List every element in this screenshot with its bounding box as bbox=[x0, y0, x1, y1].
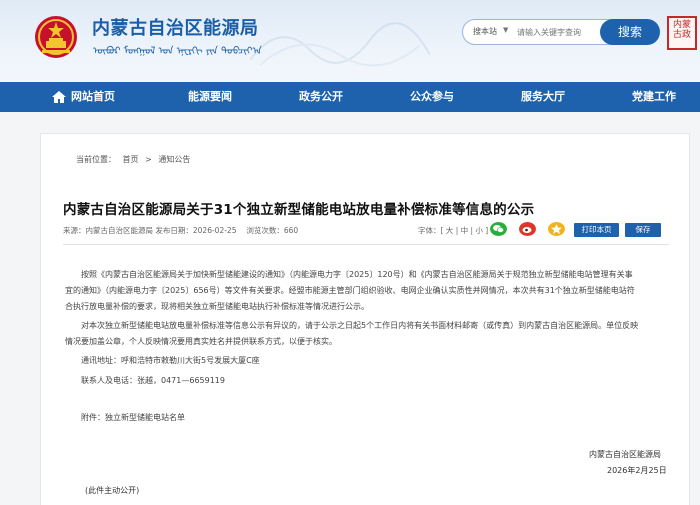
attachment-link[interactable]: 附件：独立新型储能电站名单 bbox=[81, 410, 185, 426]
wechat-icon[interactable] bbox=[490, 222, 507, 236]
nav-item-public-participation[interactable]: 公众参与 bbox=[410, 82, 454, 112]
divider bbox=[63, 244, 669, 245]
nav-item-government-affairs[interactable]: 政务公开 bbox=[299, 82, 343, 112]
search-input[interactable] bbox=[517, 24, 597, 40]
article-container: 当前位置： 首页 > 通知公告 内蒙古自治区能源局关于31个独立新型储能电站放电… bbox=[40, 133, 690, 505]
header-decoration bbox=[250, 22, 430, 67]
breadcrumb-separator: > bbox=[145, 155, 152, 164]
breadcrumb-section-link[interactable]: 通知公告 bbox=[158, 155, 190, 164]
breadcrumb: 当前位置： 首页 > 通知公告 bbox=[76, 154, 194, 165]
disclosure-note: (此件主动公开) bbox=[85, 486, 140, 495]
breadcrumb-home-link[interactable]: 首页 bbox=[123, 155, 139, 164]
signature: 内蒙古自治区能源局 bbox=[589, 450, 661, 459]
qzone-icon[interactable] bbox=[548, 222, 565, 236]
seal-logo[interactable]: 内蒙 古政 bbox=[667, 16, 697, 50]
site-title[interactable]: 内蒙古自治区能源局 bbox=[92, 14, 259, 40]
article-paragraph-2a: 对本次独立新型储能电站放电量补偿标准等信息公示有异议的，请于公示之日起5个工作日… bbox=[81, 321, 639, 330]
font-size-switcher[interactable]: 字体：[ 大 | 中 | 小 ] bbox=[418, 225, 488, 236]
signature-date: 2026年2月25日 bbox=[607, 466, 667, 475]
site-header: 内蒙古自治区能源局 ᠥᠪᠦᠷ ᠮᠣᠩᠭᠣᠯ ᠤᠨ ᠡᠨᠧᠷᠭᠢ ᠶᠢᠨ ᠲᠣᠪᠴ… bbox=[0, 0, 700, 82]
weibo-icon[interactable] bbox=[519, 222, 536, 236]
contact-address: 通讯地址：呼和浩特市敕勒川大街5号发展大厦C座 bbox=[81, 356, 260, 365]
article-title: 内蒙古自治区能源局关于31个独立新型储能电站放电量补偿标准等信息的公示 bbox=[63, 202, 535, 218]
nav-item-party-building[interactable]: 党建工作 bbox=[632, 82, 676, 112]
nav-item-home[interactable]: 网站首页 bbox=[52, 82, 115, 112]
article-paragraph-2b: 情况要加盖公章，个人反映情况要用真实姓名并提供联系方式，以便于核实。 bbox=[65, 337, 337, 346]
emblem-icon[interactable] bbox=[33, 14, 79, 60]
search-button[interactable]: 搜索 bbox=[600, 19, 660, 45]
print-button[interactable]: 打印本页 bbox=[574, 223, 619, 237]
article-paragraph-1a: 按照《内蒙古自治区能源局关于加快新型储能建设的通知》（内能源电力字〔2025〕1… bbox=[81, 270, 633, 279]
nav-item-label: 网站首页 bbox=[71, 90, 115, 103]
home-icon bbox=[52, 91, 66, 103]
main-nav: 网站首页 能源要闻 政务公开 公众参与 服务大厅 党建工作 bbox=[0, 82, 700, 112]
nav-item-news[interactable]: 能源要闻 bbox=[188, 82, 232, 112]
article-meta: 来源：内蒙古自治区能源局 发布日期：2026-02-25 浏览次数：660 bbox=[63, 226, 299, 235]
article-paragraph-1b: 宜的通知》（内能源电力字〔2025〕656号）等文件有关要求。经盟市能源主管部门… bbox=[65, 286, 635, 295]
nav-item-service-hall[interactable]: 服务大厅 bbox=[521, 82, 565, 112]
site-subtitle-mongolian: ᠥᠪᠦᠷ ᠮᠣᠩᠭᠣᠯ ᠤᠨ ᠡᠨᠧᠷᠭᠢ ᠶᠢᠨ ᠲᠣᠪᠴᠢᠶ᠎ᠠ bbox=[93, 46, 262, 57]
search-scope-select[interactable]: 搜本站 bbox=[473, 26, 497, 37]
article-paragraph-1c: 合执行放电量补偿的要求，现将相关独立新型储能电站执行补偿标准等情况进行公示。 bbox=[65, 302, 369, 311]
breadcrumb-prefix: 当前位置： bbox=[76, 155, 116, 164]
contact-phone: 联系人及电话：张越，0471—6659119 bbox=[81, 376, 225, 385]
save-button[interactable]: 保存 bbox=[625, 223, 661, 237]
chevron-down-icon[interactable]: ▼ bbox=[503, 26, 508, 34]
